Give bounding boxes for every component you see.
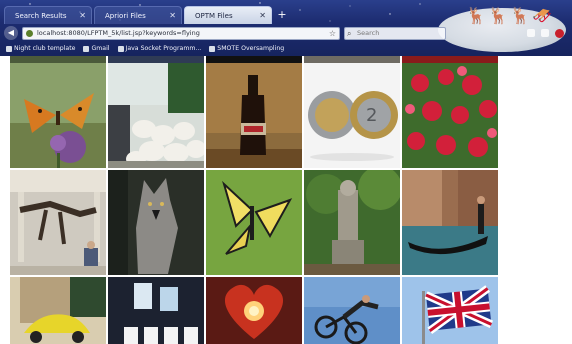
image-cola-bottle[interactable] xyxy=(206,63,302,168)
bookmark-favicon-icon xyxy=(83,45,90,52)
bookmark-item[interactable]: Night club template xyxy=(6,45,75,52)
home-icon[interactable] xyxy=(541,28,549,37)
url-text: localhost:8080/LFPTM_5k/list.jsp?keyword… xyxy=(37,28,200,37)
image-candle-heart[interactable] xyxy=(206,277,302,344)
bookmark-item[interactable]: SMOTE Oversampling xyxy=(209,45,284,52)
bookmark-label: Java Socket Programm... xyxy=(125,45,202,52)
image-row-partial xyxy=(206,56,302,63)
navigation-bar: ◀ localhost:8080/LFPTM_5k/list.jsp?keywo… xyxy=(0,24,572,42)
tab-bar: Search Results ✕ Apriori Files ✕ OPTM Fi… xyxy=(4,6,290,24)
tab-apriori-files[interactable]: Apriori Files ✕ xyxy=(94,6,182,24)
search-placeholder: Search xyxy=(357,28,380,37)
address-bar[interactable]: localhost:8080/LFPTM_5k/list.jsp?keyword… xyxy=(22,26,340,40)
close-icon[interactable]: ✕ xyxy=(169,7,176,24)
svg-text:2: 2 xyxy=(366,105,377,126)
bookmark-favicon-icon xyxy=(117,45,124,52)
close-icon[interactable]: ✕ xyxy=(79,7,86,24)
image-row-partial xyxy=(10,56,106,63)
image-row-partial xyxy=(108,56,204,63)
image-union-flag[interactable] xyxy=(402,277,498,344)
bookmark-star-icon[interactable]: ☆ xyxy=(329,28,336,39)
bookmark-favicon-icon xyxy=(6,45,12,52)
image-yellow-car-street[interactable] xyxy=(10,277,106,344)
santa-sleigh-decoration: 🦌🦌🦌🛷 xyxy=(466,6,554,25)
browser-chrome: 🦌🦌🦌🛷 Search Results ✕ Apriori Files ✕ OP… xyxy=(0,0,572,56)
image-garden-statue[interactable] xyxy=(304,170,400,275)
site-identity-icon xyxy=(26,29,33,37)
addon-icon[interactable] xyxy=(555,28,564,38)
tab-label: OPTM Files xyxy=(195,12,233,20)
bookmark-label: Night club template xyxy=(14,45,76,52)
search-icon: ⌕ xyxy=(347,28,352,38)
image-butterfly-on-thistle[interactable] xyxy=(10,63,106,168)
tab-optm-files[interactable]: OPTM Files ✕ xyxy=(184,6,272,24)
image-dinosaur-skeleton[interactable] xyxy=(10,170,106,275)
bookmark-item[interactable]: Gmail xyxy=(83,45,110,52)
download-icon[interactable] xyxy=(527,28,535,37)
search-input[interactable]: ⌕ Search xyxy=(344,26,446,40)
bookmark-favicon-icon xyxy=(209,45,216,52)
image-bmx-rider[interactable] xyxy=(304,277,400,344)
close-icon[interactable]: ✕ xyxy=(259,7,266,24)
image-wolf[interactable] xyxy=(108,170,204,275)
back-icon[interactable]: ◀ xyxy=(4,26,18,40)
tab-label: Apriori Files xyxy=(105,12,146,20)
tab-search-results[interactable]: Search Results ✕ xyxy=(4,6,92,24)
bookmark-label: Gmail xyxy=(91,45,110,52)
image-row-partial xyxy=(402,56,498,63)
tab-label: Search Results xyxy=(15,12,67,20)
toolbar-icons xyxy=(527,28,568,38)
image-sheep-flock[interactable] xyxy=(108,63,204,168)
new-tab-button[interactable]: + xyxy=(274,6,290,24)
image-row-partial xyxy=(304,56,400,63)
image-playing-cards[interactable] xyxy=(108,277,204,344)
bookmark-label: SMOTE Oversampling xyxy=(217,45,285,52)
image-red-flowers[interactable] xyxy=(402,63,498,168)
bookmark-item[interactable]: Java Socket Programm... xyxy=(117,45,202,52)
image-swallowtail-butterfly[interactable] xyxy=(206,170,302,275)
image-euro-coins[interactable]: 2 xyxy=(304,63,400,168)
bookmarks-toolbar: Night club template Gmail Java Socket Pr… xyxy=(0,42,572,55)
image-venice-gondola[interactable] xyxy=(402,170,498,275)
